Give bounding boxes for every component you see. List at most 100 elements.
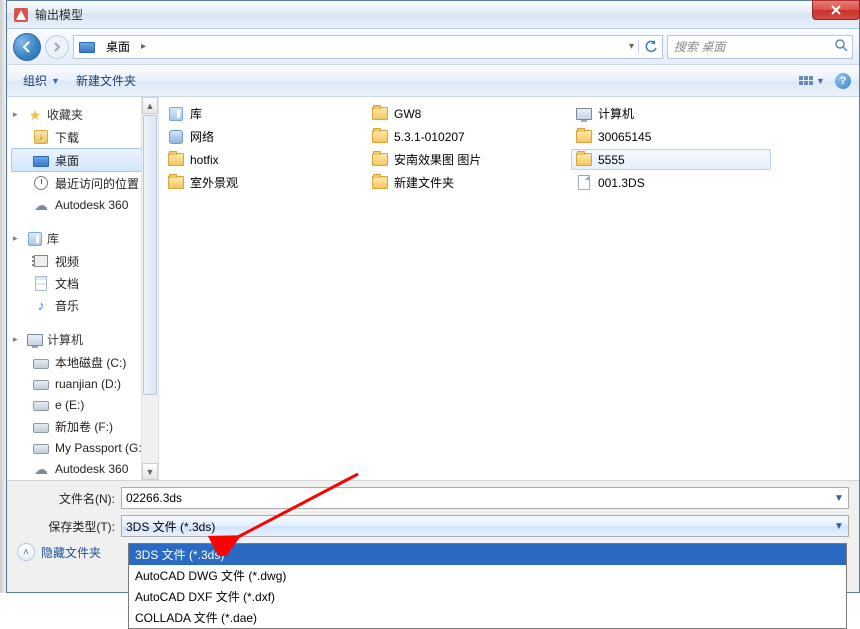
chevron-down-icon[interactable]: ▼ bbox=[830, 516, 848, 536]
sidebar-item-drive-f[interactable]: 新加卷 (F:) bbox=[7, 415, 158, 437]
file-item[interactable]: 新建文件夹 bbox=[367, 172, 567, 193]
drive-icon bbox=[33, 418, 49, 434]
sidebar-item-drive-g[interactable]: My Passport (G:) bbox=[7, 437, 158, 458]
drive-icon bbox=[33, 440, 49, 456]
favorites-label: 收藏夹 bbox=[47, 106, 83, 123]
sidebar-item-drive-c[interactable]: 本地磁盘 (C:) bbox=[7, 351, 158, 373]
file-item[interactable]: 室外景观 bbox=[163, 172, 363, 193]
breadcrumb[interactable]: 桌面 ▸ ▾ bbox=[73, 35, 663, 59]
scroll-thumb[interactable] bbox=[143, 115, 157, 395]
file-name: GW8 bbox=[394, 107, 421, 121]
file-item[interactable]: 库 bbox=[163, 103, 363, 124]
chevron-right-icon[interactable]: ▸ bbox=[137, 41, 150, 52]
body-area: ▸ ★ 收藏夹 下载 桌面 最近访问的位置 ☁Autodesk 360 ▸ 库 … bbox=[7, 97, 859, 480]
new-folder-button[interactable]: 新建文件夹 bbox=[68, 69, 144, 92]
dropdown-option[interactable]: 3DS 文件 (*.3ds) bbox=[129, 544, 846, 565]
sidebar-group-favorites[interactable]: ▸ ★ 收藏夹 bbox=[7, 103, 158, 126]
file-item[interactable]: 30065145 bbox=[571, 126, 771, 147]
savetype-label: 保存类型(T): bbox=[17, 518, 121, 535]
close-button[interactable] bbox=[812, 0, 860, 20]
cloud-icon: ☁ bbox=[33, 461, 49, 477]
dropdown-option[interactable]: COLLADA 文件 (*.dae) bbox=[129, 607, 846, 628]
file-name: 室外景观 bbox=[190, 174, 238, 191]
sidebar-item-videos[interactable]: 视频 bbox=[7, 250, 158, 272]
search-placeholder: 搜索 桌面 bbox=[674, 38, 725, 55]
file-item[interactable]: 5.3.1-010207 bbox=[367, 126, 567, 147]
hide-folders-label: 隐藏文件夹 bbox=[41, 544, 101, 561]
file-name: 001.3DS bbox=[598, 176, 645, 190]
sidebar-scrollbar[interactable]: ▲ ▼ bbox=[141, 97, 158, 480]
help-button[interactable]: ? bbox=[835, 73, 851, 89]
clock-icon bbox=[33, 175, 49, 191]
dropdown-option[interactable]: AutoCAD DXF 文件 (*.dxf) bbox=[129, 586, 846, 607]
back-button[interactable] bbox=[13, 33, 41, 61]
file-name: 5.3.1-010207 bbox=[394, 130, 465, 144]
file-icon bbox=[168, 152, 184, 168]
new-folder-label: 新建文件夹 bbox=[76, 72, 136, 89]
drive-icon bbox=[33, 397, 49, 413]
sidebar-item-autodesk360-2[interactable]: ☁Autodesk 360 bbox=[7, 458, 158, 479]
scroll-down-button[interactable]: ▼ bbox=[142, 463, 158, 480]
desktop-icon bbox=[33, 152, 49, 168]
forward-button[interactable] bbox=[45, 35, 69, 59]
collapse-icon: ▸ bbox=[13, 233, 23, 244]
breadcrumb-location[interactable]: 桌面 bbox=[100, 36, 137, 58]
savetype-value: 3DS 文件 (*.3ds) bbox=[126, 518, 215, 535]
savetype-combo[interactable]: 3DS 文件 (*.3ds) ▼ bbox=[121, 515, 849, 537]
arrow-right-icon bbox=[52, 42, 62, 52]
file-list[interactable]: 库 GW8 计算机网络 5.3.1-010207 30065145 hotfix 安南效果图… bbox=[159, 97, 859, 480]
chevron-down-icon[interactable]: ▾ bbox=[625, 41, 638, 52]
file-icon bbox=[576, 152, 592, 168]
sidebar-item-drive-d[interactable]: ruanjian (D:) bbox=[7, 373, 158, 394]
view-mode-button[interactable]: ▼ bbox=[803, 72, 821, 90]
organize-button[interactable]: 组织 ▼ bbox=[15, 69, 68, 92]
search-input[interactable]: 搜索 桌面 bbox=[667, 35, 853, 59]
file-item[interactable]: 5555 bbox=[571, 149, 771, 170]
file-item[interactable]: 网络 bbox=[163, 126, 363, 147]
scroll-up-button[interactable]: ▲ bbox=[142, 97, 158, 114]
sidebar-group-computer[interactable]: ▸ 计算机 bbox=[7, 328, 158, 351]
arrow-left-icon bbox=[20, 40, 34, 54]
sidebar-item-music[interactable]: ♪音乐 bbox=[7, 294, 158, 316]
refresh-button[interactable] bbox=[638, 40, 662, 54]
dropdown-option[interactable]: AutoCAD DWG 文件 (*.dwg) bbox=[129, 565, 846, 586]
file-item[interactable]: hotfix bbox=[163, 149, 363, 170]
video-icon bbox=[33, 253, 49, 269]
file-item[interactable]: GW8 bbox=[367, 103, 567, 124]
navigation-bar: 桌面 ▸ ▾ 搜索 桌面 bbox=[7, 29, 859, 65]
grid-icon bbox=[799, 76, 813, 85]
collapse-icon: ▸ bbox=[13, 109, 23, 120]
file-name: hotfix bbox=[190, 153, 219, 167]
drive-icon bbox=[33, 354, 49, 370]
file-name: 30065145 bbox=[598, 130, 651, 144]
file-icon bbox=[576, 106, 592, 122]
file-icon bbox=[372, 106, 388, 122]
filename-input[interactable]: 02266.3ds ▼ bbox=[121, 487, 849, 509]
sidebar-item-recent[interactable]: 最近访问的位置 bbox=[7, 172, 158, 194]
library-icon bbox=[27, 231, 43, 247]
organize-label: 组织 bbox=[23, 72, 47, 89]
file-icon bbox=[168, 129, 184, 145]
chevron-down-icon[interactable]: ▼ bbox=[830, 488, 848, 508]
file-name: 库 bbox=[190, 105, 202, 122]
chevron-down-icon: ▼ bbox=[816, 76, 825, 86]
file-item[interactable]: 001.3DS bbox=[571, 172, 771, 193]
sidebar-item-drive-e[interactable]: e (E:) bbox=[7, 394, 158, 415]
sidebar-item-downloads[interactable]: 下载 bbox=[7, 126, 158, 148]
computer-label: 计算机 bbox=[47, 331, 83, 348]
download-icon bbox=[33, 129, 49, 145]
file-name: 计算机 bbox=[598, 105, 634, 122]
file-item[interactable]: 安南效果图 图片 bbox=[367, 149, 567, 170]
file-icon bbox=[372, 129, 388, 145]
sidebar-item-autodesk360[interactable]: ☁Autodesk 360 bbox=[7, 194, 158, 215]
sidebar-item-desktop[interactable]: 桌面 bbox=[11, 148, 154, 172]
file-icon bbox=[576, 175, 592, 191]
toolbar: 组织 ▼ 新建文件夹 ▼ ? bbox=[7, 65, 859, 97]
file-item[interactable]: 计算机 bbox=[571, 103, 771, 124]
savetype-dropdown[interactable]: 3DS 文件 (*.3ds) AutoCAD DWG 文件 (*.dwg) Au… bbox=[128, 543, 847, 629]
file-icon bbox=[372, 175, 388, 191]
libraries-label: 库 bbox=[47, 230, 59, 247]
document-icon bbox=[33, 275, 49, 291]
sidebar-group-libraries[interactable]: ▸ 库 bbox=[7, 227, 158, 250]
sidebar-item-documents[interactable]: 文档 bbox=[7, 272, 158, 294]
